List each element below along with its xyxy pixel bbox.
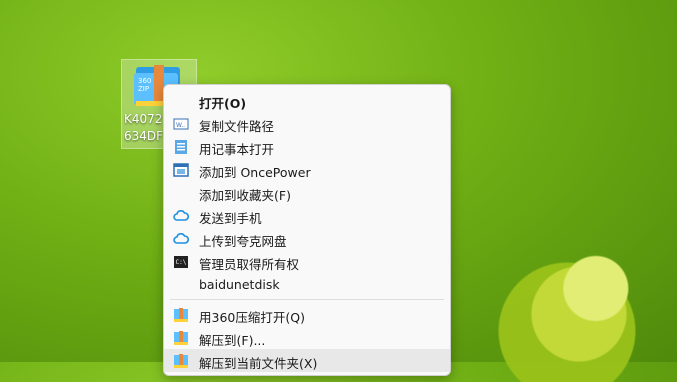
menu-item-baidunetdisk[interactable]: baidunetdisk xyxy=(164,273,450,296)
menu-item-open-notepad[interactable]: 用记事本打开 xyxy=(164,135,450,158)
menu-item-label: 管理员取得所有权 xyxy=(199,257,300,272)
menu-item-label: 用记事本打开 xyxy=(199,142,275,157)
menu-item-label: 发送到手机 xyxy=(199,211,262,226)
menu-item-label: 复制文件路径 xyxy=(199,119,275,134)
menu-item-open-360zip[interactable]: 用360压缩打开(Q) xyxy=(164,303,450,326)
menu-item-send-to-phone[interactable]: 发送到手机 xyxy=(164,204,450,227)
window-icon xyxy=(173,163,189,177)
menu-item-label: 解压到当前文件夹(X) xyxy=(199,356,318,371)
context-menu: 打开(O) W.. 复制文件路径 用记事本打开 添加到 OncePower 添加… xyxy=(163,84,451,376)
cloud-icon xyxy=(173,233,189,244)
menu-item-take-ownership[interactable]: C:\ 管理员取得所有权 xyxy=(164,250,450,273)
zip-badge-bottom: ZIP xyxy=(138,85,150,93)
wallpaper-plant xyxy=(447,212,677,382)
menu-item-copy-path[interactable]: W.. 复制文件路径 xyxy=(164,112,450,135)
menu-item-label: 打开(O) xyxy=(199,96,247,111)
svg-text:W..: W.. xyxy=(176,122,185,129)
zip-icon xyxy=(174,308,188,322)
menu-item-label: 上传到夸克网盘 xyxy=(199,234,287,249)
menu-item-add-oncepower[interactable]: 添加到 OncePower xyxy=(164,158,450,181)
notepad-icon xyxy=(175,140,187,154)
menu-item-open[interactable]: 打开(O) xyxy=(164,89,450,112)
zip-icon xyxy=(174,331,188,345)
cloud-icon xyxy=(173,210,189,221)
svg-text:C:\: C:\ xyxy=(176,259,187,266)
menu-item-extract-here[interactable]: 解压到当前文件夹(X) xyxy=(164,349,450,372)
menu-item-label: 用360压缩打开(Q) xyxy=(199,310,305,325)
zip-icon xyxy=(174,354,188,368)
menu-separator xyxy=(170,299,444,300)
menu-item-add-favorites[interactable]: 添加到收藏夹(F) xyxy=(164,181,450,204)
menu-item-label: baidunetdisk xyxy=(199,277,280,292)
zip-badge-top: 360 xyxy=(138,77,152,85)
menu-item-upload-quark[interactable]: 上传到夸克网盘 xyxy=(164,227,450,250)
menu-item-extract-to[interactable]: 解压到(F)... xyxy=(164,326,450,349)
menu-item-label: 添加到收藏夹(F) xyxy=(199,188,291,203)
menu-item-label: 解压到(F)... xyxy=(199,333,266,348)
menu-item-label: 添加到 OncePower xyxy=(199,165,311,180)
path-icon: W.. xyxy=(173,118,189,130)
terminal-icon: C:\ xyxy=(174,256,188,268)
